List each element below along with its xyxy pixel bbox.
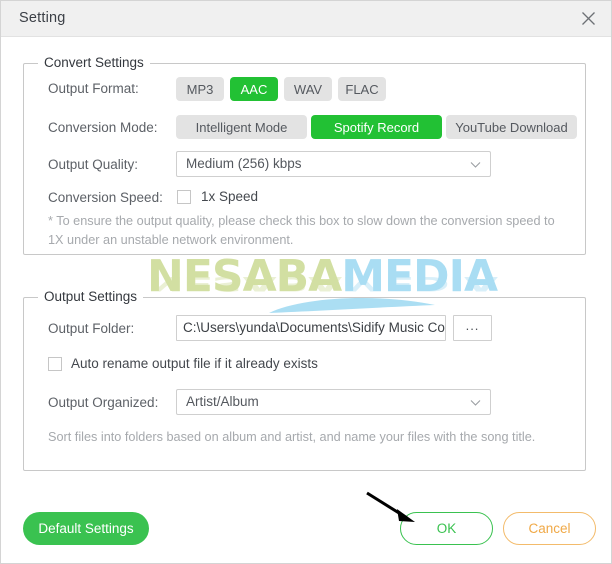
conversion-mode-label: Conversion Mode:	[48, 120, 158, 135]
conversion-speed-checkbox-label[interactable]: 1x Speed	[201, 189, 258, 204]
chevron-down-icon	[470, 400, 481, 406]
conversion-speed-note-line-1: * To ensure the output quality, please c…	[48, 214, 555, 228]
close-button[interactable]	[565, 1, 611, 35]
watermark-text-media: MEDIA	[341, 251, 498, 302]
mode-option-youtube-download[interactable]: YouTube Download	[446, 115, 577, 139]
chevron-down-icon	[470, 162, 481, 168]
watermark-reflection-nesaba: NESABA	[147, 272, 342, 295]
conversion-speed-checkbox[interactable]	[177, 190, 191, 204]
cancel-button[interactable]: Cancel	[503, 512, 596, 545]
ok-button[interactable]: OK	[400, 512, 493, 545]
output-organized-value: Artist/Album	[186, 394, 259, 409]
setting-dialog: Setting NESABAMEDIA NESABAMEDIA Convert …	[0, 0, 612, 564]
format-option-mp3[interactable]: MP3	[176, 77, 224, 101]
conversion-speed-label: Conversion Speed:	[48, 190, 163, 205]
conversion-speed-note-line-2: 1X under an unstable network environment…	[48, 233, 294, 247]
window-title: Setting	[19, 10, 66, 26]
output-organized-label: Output Organized:	[48, 395, 159, 410]
output-quality-value: Medium (256) kbps	[186, 156, 302, 171]
browse-folder-button[interactable]: ...	[453, 315, 492, 341]
mode-option-intelligent[interactable]: Intelligent Mode	[176, 115, 307, 139]
format-option-aac[interactable]: AAC	[230, 77, 278, 101]
output-folder-label: Output Folder:	[48, 321, 135, 336]
output-quality-dropdown[interactable]: Medium (256) kbps	[176, 151, 491, 177]
convert-settings-legend: Convert Settings	[38, 55, 150, 70]
watermark-reflection-media: MEDIA	[341, 272, 498, 295]
output-settings-legend: Output Settings	[38, 289, 144, 304]
output-organized-dropdown[interactable]: Artist/Album	[176, 389, 491, 415]
close-icon	[581, 11, 596, 26]
watermark-reflection: NESABAMEDIA	[147, 272, 497, 295]
output-organized-note: Sort files into folders based on album a…	[48, 430, 536, 444]
output-quality-label: Output Quality:	[48, 157, 139, 172]
output-format-label: Output Format:	[48, 81, 139, 96]
output-folder-value: C:\Users\yunda\Documents\Sidify Music Co	[183, 320, 445, 335]
mode-option-spotify-record[interactable]: Spotify Record	[311, 115, 442, 139]
format-option-wav[interactable]: WAV	[284, 77, 332, 101]
auto-rename-checkbox[interactable]	[48, 357, 62, 371]
watermark-text-nesaba: NESABA	[147, 251, 342, 302]
auto-rename-checkbox-label[interactable]: Auto rename output file if it already ex…	[71, 356, 318, 371]
format-option-flac[interactable]: FLAC	[338, 77, 386, 101]
title-bar: Setting	[1, 1, 611, 37]
output-folder-input[interactable]: C:\Users\yunda\Documents\Sidify Music Co	[176, 315, 446, 341]
watermark-text: NESABAMEDIA	[147, 251, 498, 302]
default-settings-button[interactable]: Default Settings	[23, 512, 149, 545]
